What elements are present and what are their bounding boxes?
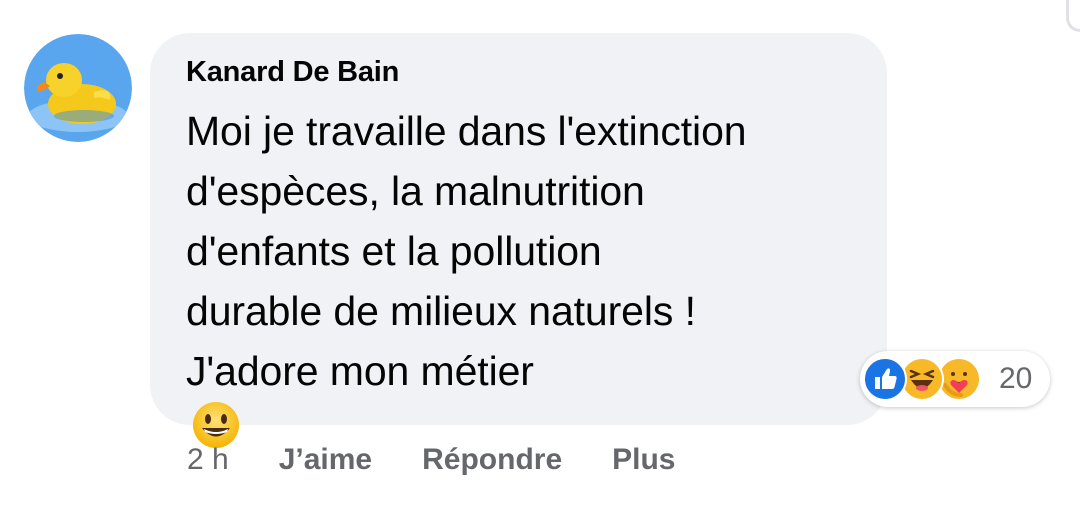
comment-line: durable de milieux naturels ! [186, 288, 696, 334]
comment-author[interactable]: Kanard De Bain [186, 55, 853, 89]
scrollbar-corner [1066, 0, 1080, 32]
comment-text: Moi je travaille dans l'extinction d'esp… [186, 101, 853, 465]
reply-button[interactable]: Répondre [422, 440, 562, 480]
like-icon [863, 357, 907, 401]
comment-line: J'adore mon métier [186, 348, 534, 394]
comment-screen: Kanard De Bain Moi je travaille dans l'e… [0, 0, 1080, 511]
more-button[interactable]: Plus [612, 440, 675, 480]
timestamp[interactable]: 2 h [187, 440, 229, 480]
reaction-count: 20 [999, 362, 1033, 395]
comment-line: Moi je travaille dans l'extinction [186, 108, 747, 154]
comment-line: d'enfants et la pollution [186, 228, 602, 274]
comment-bubble: Kanard De Bain Moi je travaille dans l'e… [150, 33, 887, 448]
reactions-summary[interactable]: 20 [860, 351, 1050, 407]
avatar[interactable] [24, 34, 132, 142]
comment-line: d'espèces, la malnutrition [186, 168, 645, 214]
rubber-duck-icon [24, 34, 132, 142]
like-button[interactable]: J’aime [279, 440, 372, 480]
comment-actions: 2 h J’aime Répondre Plus [187, 440, 726, 480]
